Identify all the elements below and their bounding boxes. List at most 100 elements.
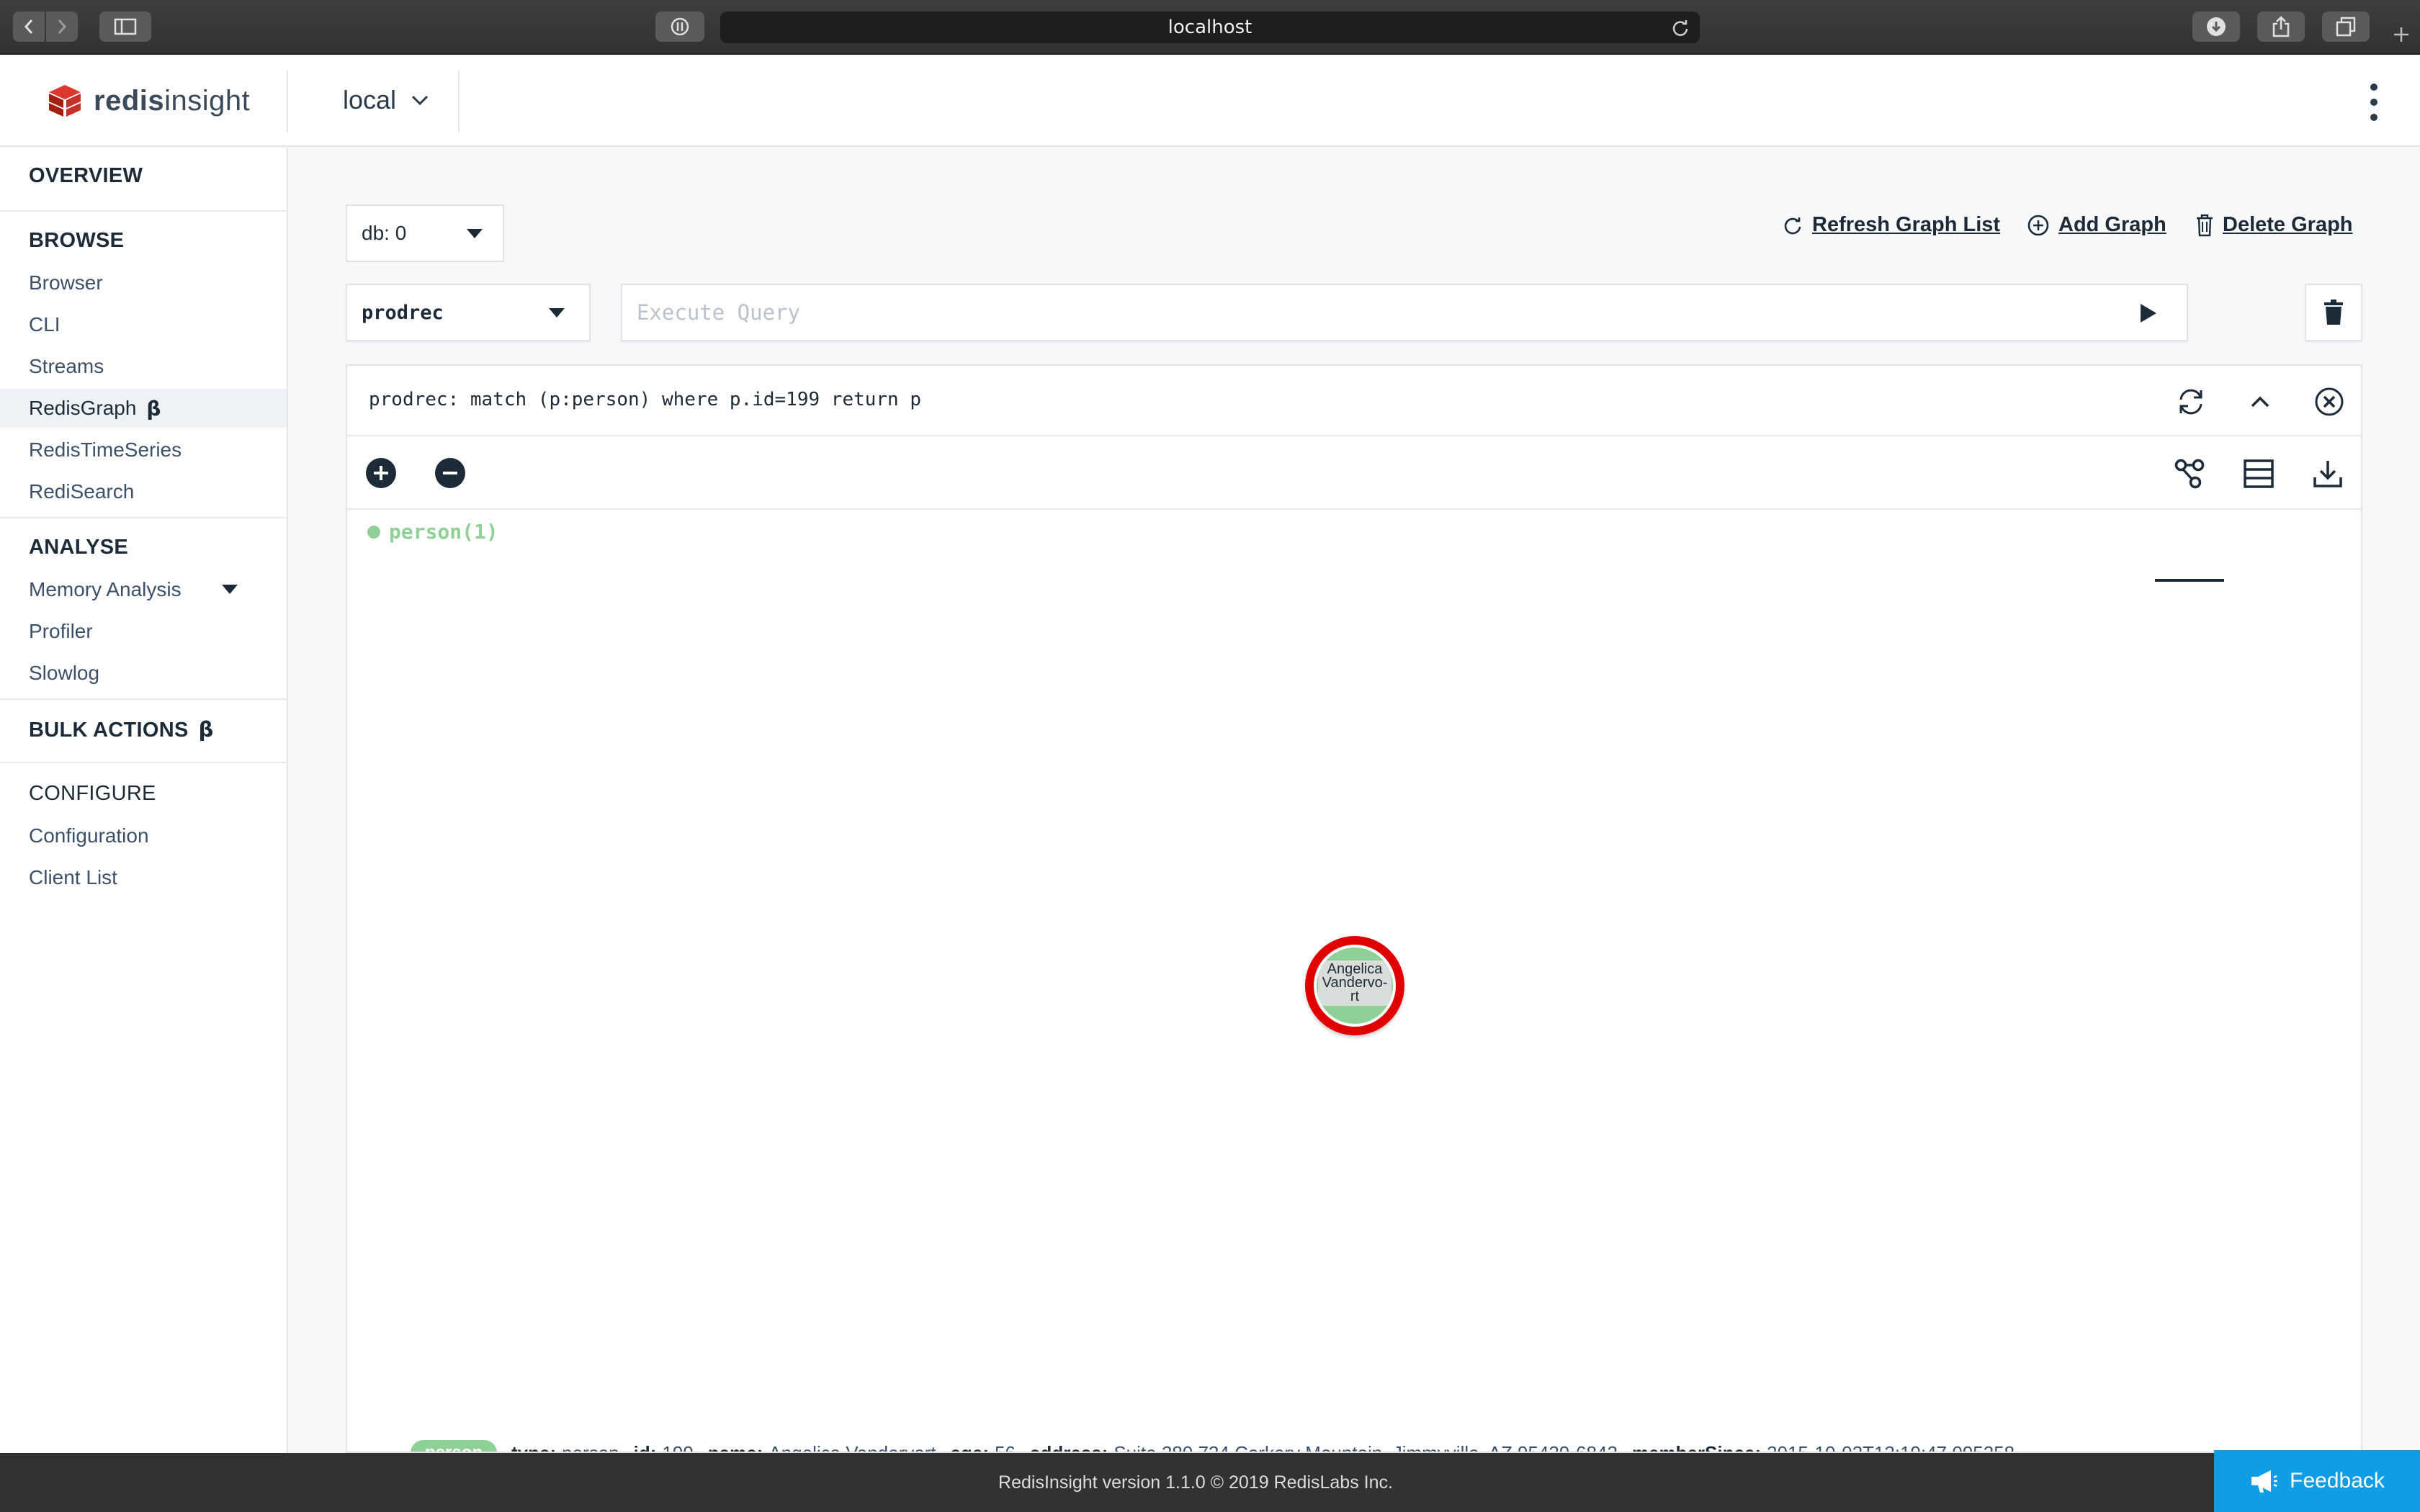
- tab-graph-view[interactable]: [2169, 454, 2210, 494]
- new-tab-button[interactable]: [2388, 22, 2414, 48]
- clear-results-button[interactable]: [2305, 284, 2362, 341]
- header-divider: [287, 71, 288, 132]
- reload-icon[interactable]: [1671, 19, 1690, 37]
- db-select-value: db: 0: [362, 222, 407, 244]
- forward-button[interactable]: [46, 12, 78, 42]
- feedback-button[interactable]: Feedback: [2214, 1450, 2420, 1512]
- instance-name: local: [343, 85, 397, 114]
- sidebar-item-bulk-actions[interactable]: BULK ACTIONS β: [29, 717, 214, 742]
- sidebar-item-redisgraph[interactable]: RedisGraph β: [0, 389, 287, 428]
- node-type-badge: person: [411, 1440, 498, 1452]
- footer: RedisInsight version 1.1.0 © 2019 RedisL…: [0, 1453, 2420, 1512]
- privacy-button[interactable]: [655, 12, 704, 42]
- sidebar-divider: [0, 762, 287, 763]
- graph-view-icon: [2174, 459, 2205, 489]
- table-view-icon: [2244, 459, 2274, 488]
- close-result-button[interactable]: [2311, 383, 2348, 420]
- query-input[interactable]: [637, 285, 2120, 340]
- trash-icon: [2324, 300, 2343, 325]
- sidebar-item-streams[interactable]: Streams: [0, 347, 287, 386]
- sidebar-section-analyse: ANALYSE: [29, 536, 129, 559]
- browser-toolbar: localhost: [0, 0, 2420, 55]
- sidebar-item-overview[interactable]: OVERVIEW: [29, 164, 143, 188]
- graph-select-value: prodrec: [362, 301, 444, 324]
- zoom-out-button[interactable]: [435, 458, 465, 488]
- beta-badge: β: [198, 717, 214, 742]
- back-button[interactable]: [13, 12, 45, 42]
- result-header: prodrec: match (p:person) where p.id=199…: [347, 366, 2361, 436]
- result-query-text: prodrec: match (p:person) where p.id=199…: [369, 389, 922, 410]
- header-divider: [458, 71, 460, 132]
- graph-node[interactable]: Angelica Vandervo- rt: [1305, 936, 1404, 1035]
- sidebar-item-memory-analysis[interactable]: Memory Analysis: [0, 570, 287, 609]
- active-tab-indicator: [2155, 579, 2224, 582]
- sidebar-section-configure: CONFIGURE: [29, 782, 156, 805]
- footer-text: RedisInsight version 1.1.0 © 2019 RedisL…: [998, 1472, 1393, 1493]
- download-result-button[interactable]: [2308, 454, 2348, 494]
- add-graph-link[interactable]: Add Graph: [2027, 213, 2166, 237]
- db-select[interactable]: db: 0: [346, 204, 504, 262]
- url-bar[interactable]: localhost: [720, 12, 1700, 43]
- download-icon: [2313, 461, 2342, 487]
- megaphone-icon: [2251, 1470, 2278, 1493]
- play-icon[interactable]: [2138, 302, 2158, 324]
- chevron-up-icon: [2251, 396, 2269, 408]
- tabs-icon: [2336, 17, 2356, 37]
- node-legend[interactable]: person(1): [367, 520, 498, 544]
- zoom-in-button[interactable]: [366, 458, 396, 488]
- share-button[interactable]: [2257, 12, 2305, 42]
- query-box: [621, 284, 2188, 341]
- sidebar: OVERVIEW BROWSE Browser CLI Streams Redi…: [0, 148, 288, 1453]
- privacy-icon: [671, 17, 689, 36]
- beta-badge: β: [146, 396, 161, 420]
- chevron-left-icon: [24, 19, 33, 34]
- caret-down-icon: [222, 585, 238, 594]
- sidebar-divider: [0, 210, 287, 212]
- tabs-button[interactable]: [2322, 12, 2370, 42]
- result-panel: prodrec: match (p:person) where p.id=199…: [346, 364, 2362, 1453]
- sidebar-icon: [114, 18, 137, 35]
- logo-text: redisinsight: [94, 84, 251, 117]
- sidebar-item-cli[interactable]: CLI: [0, 305, 287, 344]
- result-toolbar: [347, 438, 2361, 582]
- sidebar-item-profiler[interactable]: Profiler: [0, 612, 287, 651]
- app-header: redisinsight local: [0, 56, 2420, 147]
- sidebar-section-browse: BROWSE: [29, 229, 125, 252]
- add-circle-icon: [2027, 215, 2049, 235]
- close-circle-icon: [2315, 387, 2344, 416]
- sidebar-item-configuration[interactable]: Configuration: [0, 816, 287, 855]
- tab-table-view[interactable]: [2238, 454, 2279, 494]
- sync-icon: [2179, 389, 2202, 415]
- refresh-graph-list-link[interactable]: Refresh Graph List: [1782, 213, 2000, 237]
- sidebar-divider: [0, 517, 287, 518]
- sidebar-item-redistimeseries[interactable]: RedisTimeSeries: [0, 431, 287, 469]
- download-circle-icon: [2207, 17, 2226, 36]
- plus-icon: [2394, 27, 2408, 42]
- legend-label: person(1): [389, 520, 498, 544]
- legend-dot: [367, 525, 380, 539]
- redisinsight-logo[interactable]: redisinsight: [46, 84, 250, 118]
- chevron-down-icon: [411, 95, 429, 106]
- redis-logo-icon: [49, 85, 81, 117]
- downloads-button[interactable]: [2192, 12, 2240, 42]
- sidebar-divider: [0, 698, 287, 700]
- sidebar-item-redisearch[interactable]: RediSearch: [0, 472, 287, 511]
- more-menu-icon[interactable]: [2365, 84, 2383, 121]
- chevron-right-icon: [58, 19, 67, 34]
- caret-down-icon: [549, 307, 565, 318]
- rerun-button[interactable]: [2172, 383, 2210, 420]
- feedback-label: Feedback: [2290, 1469, 2385, 1493]
- sidebar-toggle-button[interactable]: [99, 12, 151, 42]
- sidebar-item-client-list[interactable]: Client List: [0, 858, 287, 897]
- collapse-button[interactable]: [2241, 383, 2279, 420]
- delete-graph-link[interactable]: Delete Graph: [2195, 213, 2353, 237]
- trash-outline-icon: [2197, 214, 2213, 236]
- share-icon: [2272, 16, 2290, 37]
- graph-select[interactable]: prodrec: [346, 284, 591, 341]
- instance-selector[interactable]: local: [343, 85, 429, 115]
- url-text: localhost: [1168, 17, 1252, 38]
- caret-down-icon: [467, 228, 483, 238]
- sidebar-item-browser[interactable]: Browser: [0, 264, 287, 302]
- sidebar-item-slowlog[interactable]: Slowlog: [0, 654, 287, 693]
- node-properties: person type: person id: 199 name: Angelica …: [411, 1440, 2029, 1452]
